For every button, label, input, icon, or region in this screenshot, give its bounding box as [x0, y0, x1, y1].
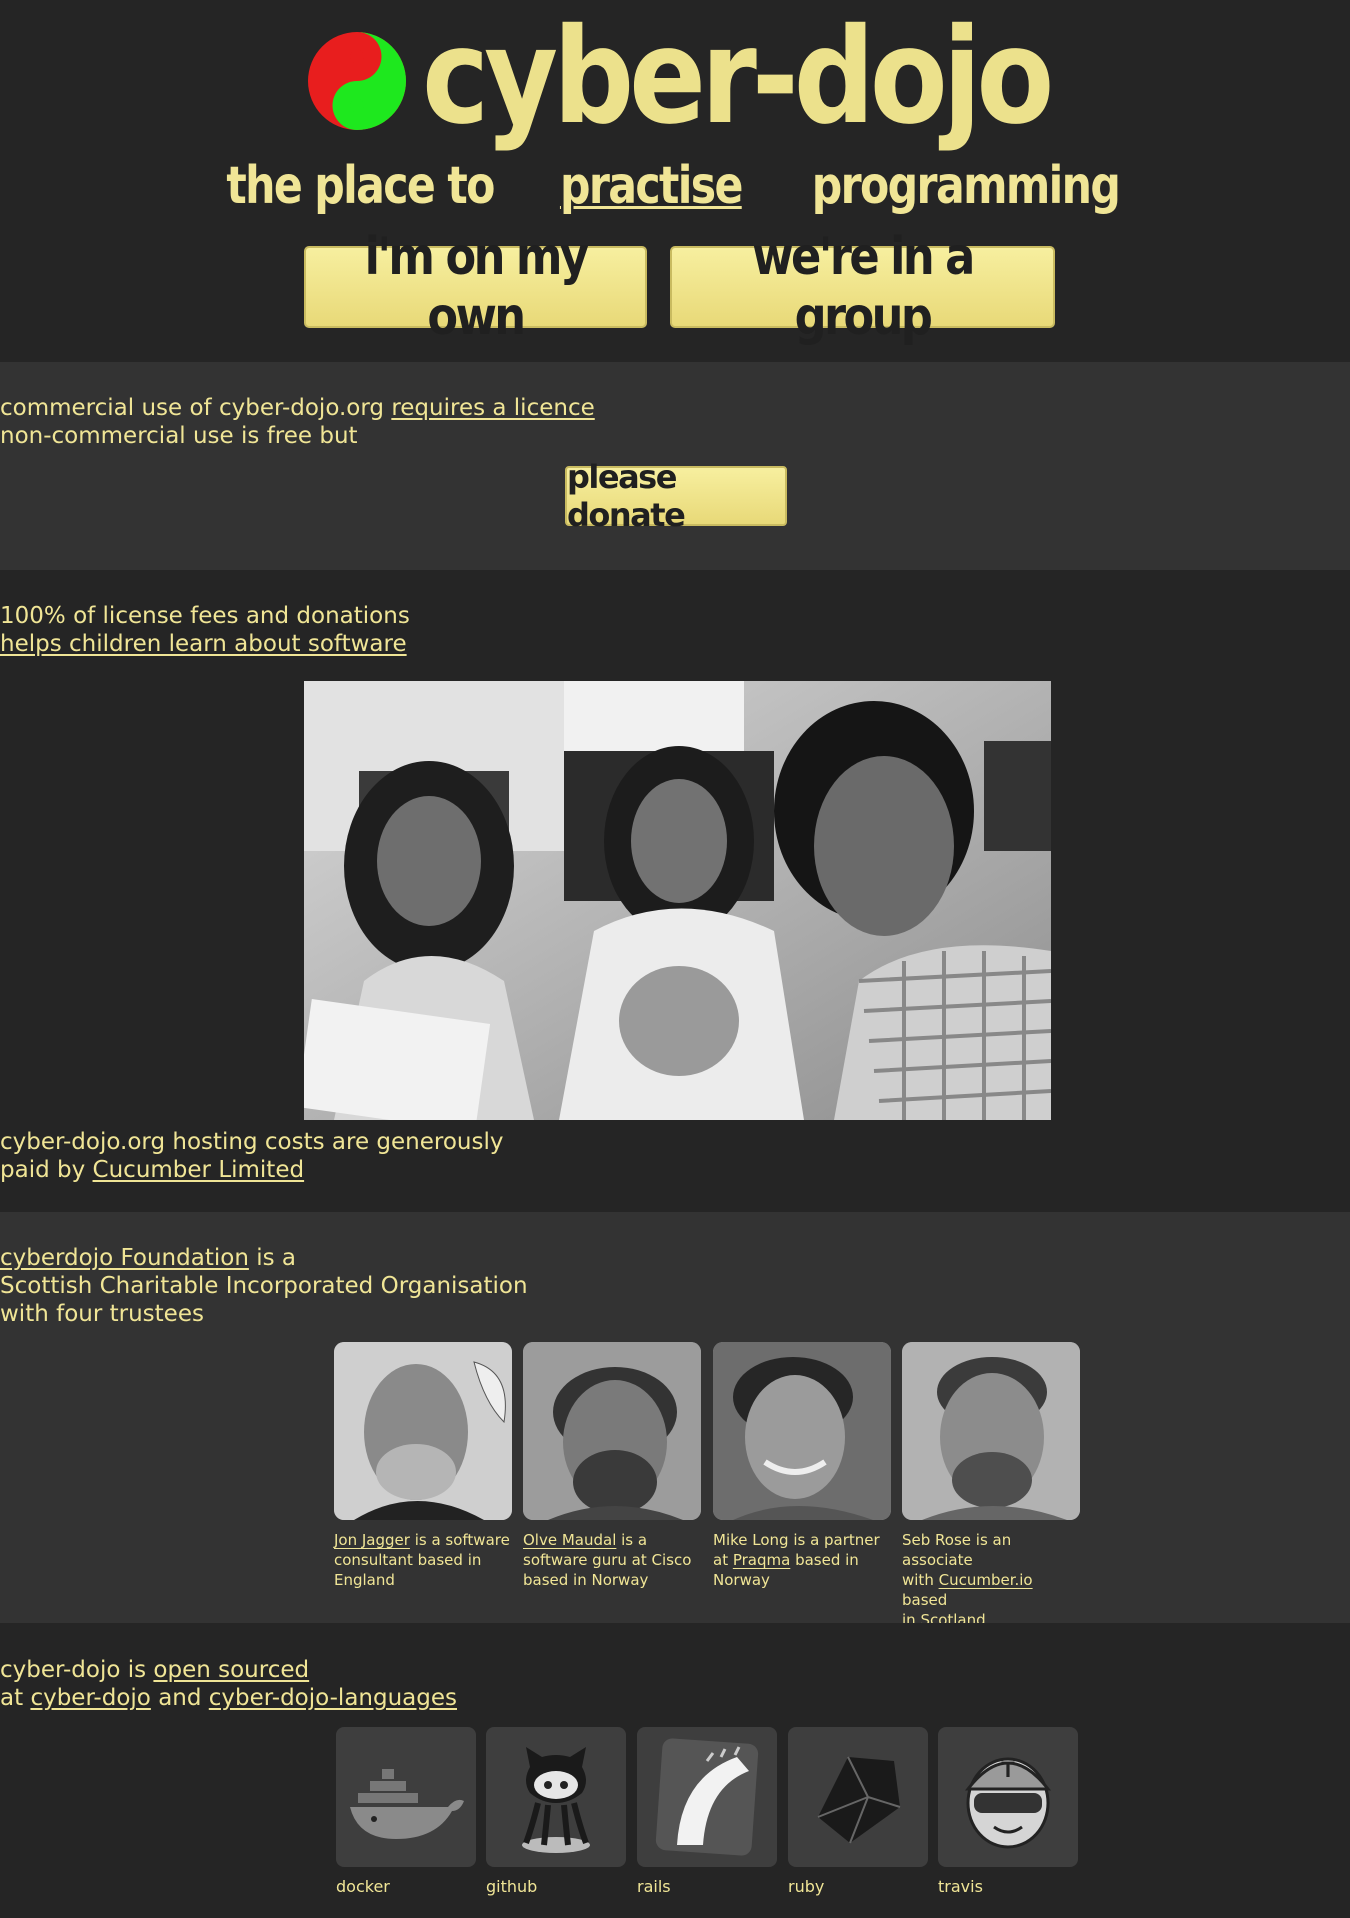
trustee-caption: consultant based in [334, 1551, 482, 1569]
tool-github[interactable]: github [486, 1727, 626, 1896]
tool-ruby[interactable]: ruby [788, 1727, 928, 1896]
trustee-caption: based in [790, 1551, 859, 1569]
jon-jagger-link[interactable]: Jon Jagger [334, 1531, 410, 1549]
cyber-dojo-languages-link[interactable]: cyber-dojo-languages [209, 1685, 457, 1711]
foundation-line2: Scottish Charitable Incorporated Organis… [0, 1273, 528, 1299]
children-photo-image [304, 681, 1051, 1120]
oss-line2-before: at [0, 1685, 24, 1711]
trustee-caption: at [713, 1551, 733, 1569]
cucumber-io-link[interactable]: Cucumber.io [939, 1571, 1033, 1589]
travis-label: travis [938, 1877, 983, 1896]
children-photo [304, 681, 1051, 1120]
trustee-caption: based in Norway [523, 1571, 649, 1589]
oss-line2-mid: and [158, 1685, 202, 1711]
foundation-text: cyberdojo Foundation is a Scottish Chari… [0, 1244, 1350, 1328]
in-a-group-label: we're in a group [752, 227, 975, 347]
donate-button[interactable]: please donate [565, 458, 787, 534]
practise-link[interactable]: practise [560, 156, 743, 216]
travis-icon: T [938, 1727, 1078, 1867]
trustee-photo [713, 1342, 891, 1520]
trustee-caption: Seb Rose is an associate [902, 1531, 1012, 1569]
yin-yang-icon [308, 31, 406, 130]
github-label: github [486, 1877, 538, 1896]
trustee-caption: Mike Long is a partner [713, 1531, 880, 1549]
opensource-text: cyber-dojo is open sourced at cyber-dojo… [0, 1656, 1350, 1712]
trustee-photo [902, 1342, 1080, 1520]
oss-line1-before: cyber-dojo is [0, 1657, 147, 1683]
svg-text:T: T [1001, 1757, 1015, 1782]
licence-link[interactable]: requires a licence [391, 395, 594, 421]
hosting-text: cyber-dojo.org hosting costs are generou… [0, 1128, 1350, 1184]
trustee-card: Mike Long is a partner at Praqma based in… [713, 1342, 891, 1590]
trustee-caption: software guru at Cisco [523, 1551, 692, 1569]
donate-label: please donate [567, 458, 686, 534]
on-my-own-button[interactable]: i'm on my own [304, 227, 647, 347]
open-sourced-link[interactable]: open sourced [153, 1657, 309, 1683]
docker-label: docker [336, 1877, 390, 1896]
olve-maudal-link[interactable]: Olve Maudal [523, 1531, 616, 1549]
tool-rails[interactable]: rails [637, 1727, 777, 1896]
foundation-link[interactable]: cyberdojo Foundation [0, 1245, 249, 1271]
trustee-caption: England [334, 1571, 395, 1589]
trustee-caption: Norway [713, 1571, 770, 1589]
licence-line1: commercial use of cyber-dojo.org [0, 395, 385, 421]
trustee-photo [523, 1342, 701, 1520]
rails-label: rails [637, 1877, 671, 1896]
tagline: the place to practise programming [0, 160, 1350, 212]
in-a-group-button[interactable]: we're in a group [670, 227, 1055, 347]
logo[interactable]: cyber-dojo [308, 11, 1151, 143]
cucumber-limited-link[interactable]: Cucumber Limited [93, 1157, 305, 1183]
tool-travis[interactable]: T travis [938, 1727, 1078, 1896]
trustee-caption: is a software [409, 1531, 510, 1549]
tagline-before: the place to [226, 156, 496, 216]
ruby-icon [788, 1727, 928, 1867]
children-text: 100% of license fees and donations helps… [0, 602, 1350, 658]
foundation-line3: with four trustees [0, 1301, 204, 1327]
fees-line: 100% of license fees and donations [0, 603, 410, 629]
children-link[interactable]: helps children learn about software [0, 631, 407, 657]
trustee-caption: with [902, 1571, 939, 1589]
trustee-card: Olve Maudal is a software guru at Cisco ba… [523, 1342, 701, 1590]
trustee-caption: based [902, 1591, 948, 1609]
hosting-prefix: paid by [0, 1157, 86, 1183]
header-section: cyber-dojo the place to practise program… [0, 0, 1350, 362]
site-title: cyber-dojo [422, 0, 1054, 154]
ruby-label: ruby [788, 1877, 825, 1896]
trustee-card: Jon Jagger is a software consultant based… [334, 1342, 512, 1590]
trustee-photo [334, 1342, 512, 1520]
licence-text: commercial use of cyber-dojo.org require… [0, 394, 1350, 450]
cyber-dojo-repo-link[interactable]: cyber-dojo [30, 1685, 150, 1711]
docker-icon [336, 1727, 476, 1867]
foundation-line1-after: is a [256, 1245, 296, 1271]
licence-line2: non-commercial use is free but [0, 423, 358, 449]
trustee-caption: is a [616, 1531, 648, 1549]
hosting-line1: cyber-dojo.org hosting costs are generou… [0, 1129, 504, 1155]
trustee-card: Seb Rose is an associate with Cucumber.io… [902, 1342, 1080, 1630]
tagline-after: programming [811, 156, 1120, 216]
rails-icon [637, 1727, 777, 1867]
on-my-own-label: i'm on my own [364, 227, 589, 347]
github-icon [486, 1727, 626, 1867]
praqma-link[interactable]: Praqma [733, 1551, 790, 1569]
tool-docker[interactable]: docker [336, 1727, 476, 1896]
